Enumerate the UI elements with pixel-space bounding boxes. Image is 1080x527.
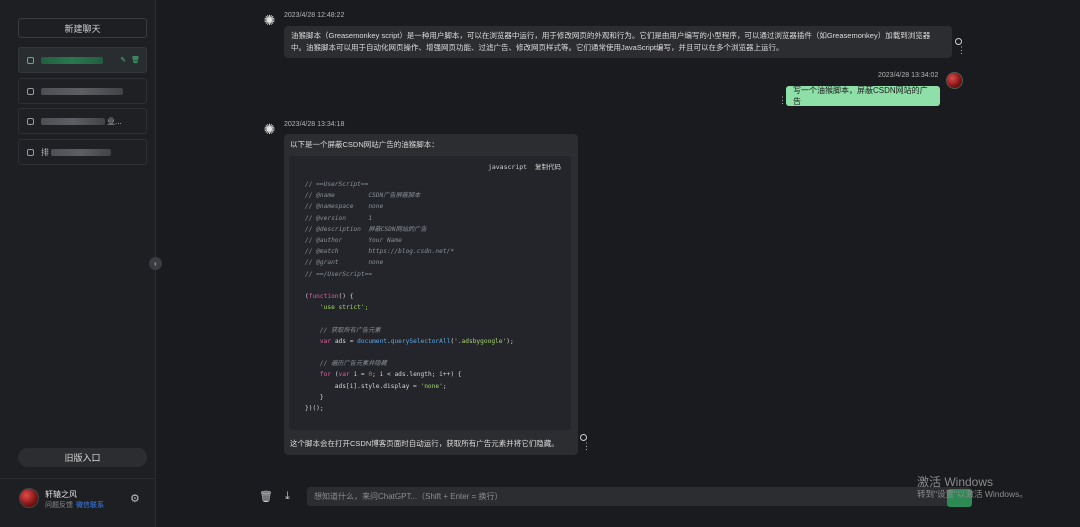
activation-watermark-text: 转到"设置"以激活 Windows。 — [917, 489, 1028, 499]
openai-icon: ✺ — [263, 12, 276, 28]
code-line: // @grant none — [305, 259, 384, 267]
more-options-icon[interactable]: ⋮ — [957, 46, 966, 55]
code-line: // @description 屏蔽CSDN网站的广告 — [305, 225, 427, 233]
user-panel: 轩辕之风 问题反馈 微信联系 ⚙ — [0, 478, 156, 527]
more-options-icon[interactable]: ⋮ — [582, 442, 591, 451]
code-line: // @match https://blog.csdn.net/* — [305, 248, 455, 256]
code-line: // @version 1 — [305, 214, 373, 222]
message-status-icon — [580, 434, 587, 441]
message-status-icon — [955, 38, 962, 45]
conversation-item[interactable]: 排 — [18, 139, 147, 165]
user-links: 问题反馈 微信联系 — [45, 500, 104, 510]
code-line: // ==UserScript== — [305, 181, 369, 188]
chat-icon — [27, 56, 34, 64]
conversation-item[interactable]: 业... — [18, 108, 147, 134]
contact-link[interactable]: 微信联系 — [76, 502, 104, 509]
new-chat-button[interactable]: 新建聊天 — [18, 18, 147, 38]
code-line: ads[i].style.display = 'none'; — [305, 382, 447, 390]
code-line: // 遍历广告元素并隐藏 — [319, 360, 387, 368]
code-line: // @name CSDN广告屏蔽脚本 — [305, 192, 421, 200]
conversation-title-redacted — [41, 56, 103, 64]
chat-icon — [27, 148, 34, 156]
conversation-title-redacted — [41, 117, 105, 125]
message-outro: 这个脚本会在打开CSDN博客页面时自动运行，获取所有广告元素并将它们隐藏。 — [290, 439, 559, 448]
app-window: 新建聊天 ✎ 🗑 业... 排 旧版入口 轩辕之风 问题反馈 微信联系 ⚙ ‹ … — [0, 0, 1080, 527]
feedback-link[interactable]: 问题反馈 — [45, 502, 73, 509]
avatar — [946, 72, 963, 89]
code-line: } — [305, 393, 324, 401]
gear-icon[interactable]: ⚙ — [130, 492, 140, 505]
conversation-item[interactable] — [18, 78, 147, 104]
old-version-button[interactable]: 旧版入口 — [18, 448, 147, 467]
download-icon[interactable]: ⤓ — [285, 490, 290, 503]
trash-icon[interactable]: 🗑 — [259, 490, 273, 503]
conversation-title-redacted — [51, 148, 111, 156]
code-line: // 获取所有广告元素 — [319, 326, 381, 334]
code-line: // ==/UserScript== — [305, 270, 373, 278]
code-language: javascript — [487, 163, 528, 171]
code-line: // @namespace none — [305, 203, 384, 211]
conversation-title-redacted — [41, 87, 123, 95]
code-line: 'use strict'; — [319, 304, 369, 312]
code-header: javascript 复制代码 — [488, 162, 561, 173]
conversation-title: 排 — [41, 147, 49, 157]
message-input[interactable]: 想知道什么，来问ChatGPT...（Shift + Enter = 换行） — [307, 487, 971, 506]
input-placeholder: 想知道什么，来问ChatGPT...（Shift + Enter = 换行） — [314, 492, 503, 501]
collapse-sidebar-button[interactable]: ‹ — [149, 257, 162, 270]
user-name: 轩辕之风 — [45, 490, 77, 499]
message-timestamp: 2023/4/28 12:48:22 — [284, 12, 345, 19]
more-options-icon[interactable]: ⋮ — [778, 96, 787, 105]
copy-code-button[interactable]: 复制代码 — [535, 163, 561, 171]
message-intro: 以下是一个屏蔽CSDN网站广告的油猴脚本： — [290, 140, 439, 149]
user-message: 写一个油猴脚本，屏蔽CSDN网站的广告 — [786, 86, 940, 106]
openai-icon: ✺ — [263, 121, 276, 137]
code-line: (function() { — [305, 293, 354, 301]
chat-icon — [27, 117, 34, 125]
code-content: // ==UserScript== // @name CSDN广告屏蔽脚本 // @… — [305, 179, 514, 414]
conversation-title: 业... — [107, 116, 122, 126]
assistant-message: 油猴脚本（Greasemonkey script）是一种用户脚本，可以在浏览器中… — [284, 26, 952, 58]
delete-icon[interactable]: 🗑 — [131, 56, 140, 64]
avatar[interactable] — [19, 488, 39, 508]
chat-icon — [27, 87, 34, 95]
message-timestamp: 2023/4/28 13:34:18 — [284, 121, 345, 128]
code-line: })(); — [305, 405, 324, 413]
code-line: for (var i = 0; i < ads.length; i++) { — [319, 371, 462, 379]
edit-icon[interactable]: ✎ — [120, 56, 126, 64]
code-line: var ads = document.querySelectorAll('.ad… — [319, 337, 514, 345]
conversation-actions: ✎ 🗑 — [120, 56, 140, 64]
conversation-item[interactable]: ✎ 🗑 — [18, 47, 147, 73]
code-block: javascript 复制代码 // ==UserScript== // @nam… — [289, 156, 571, 430]
message-timestamp: 2023/4/28 13:34:02 — [878, 72, 939, 79]
code-line: // @author Your Name — [305, 237, 402, 245]
sidebar: 新建聊天 ✎ 🗑 业... 排 旧版入口 轩辕之风 问题反馈 微信联系 ⚙ — [0, 0, 156, 527]
